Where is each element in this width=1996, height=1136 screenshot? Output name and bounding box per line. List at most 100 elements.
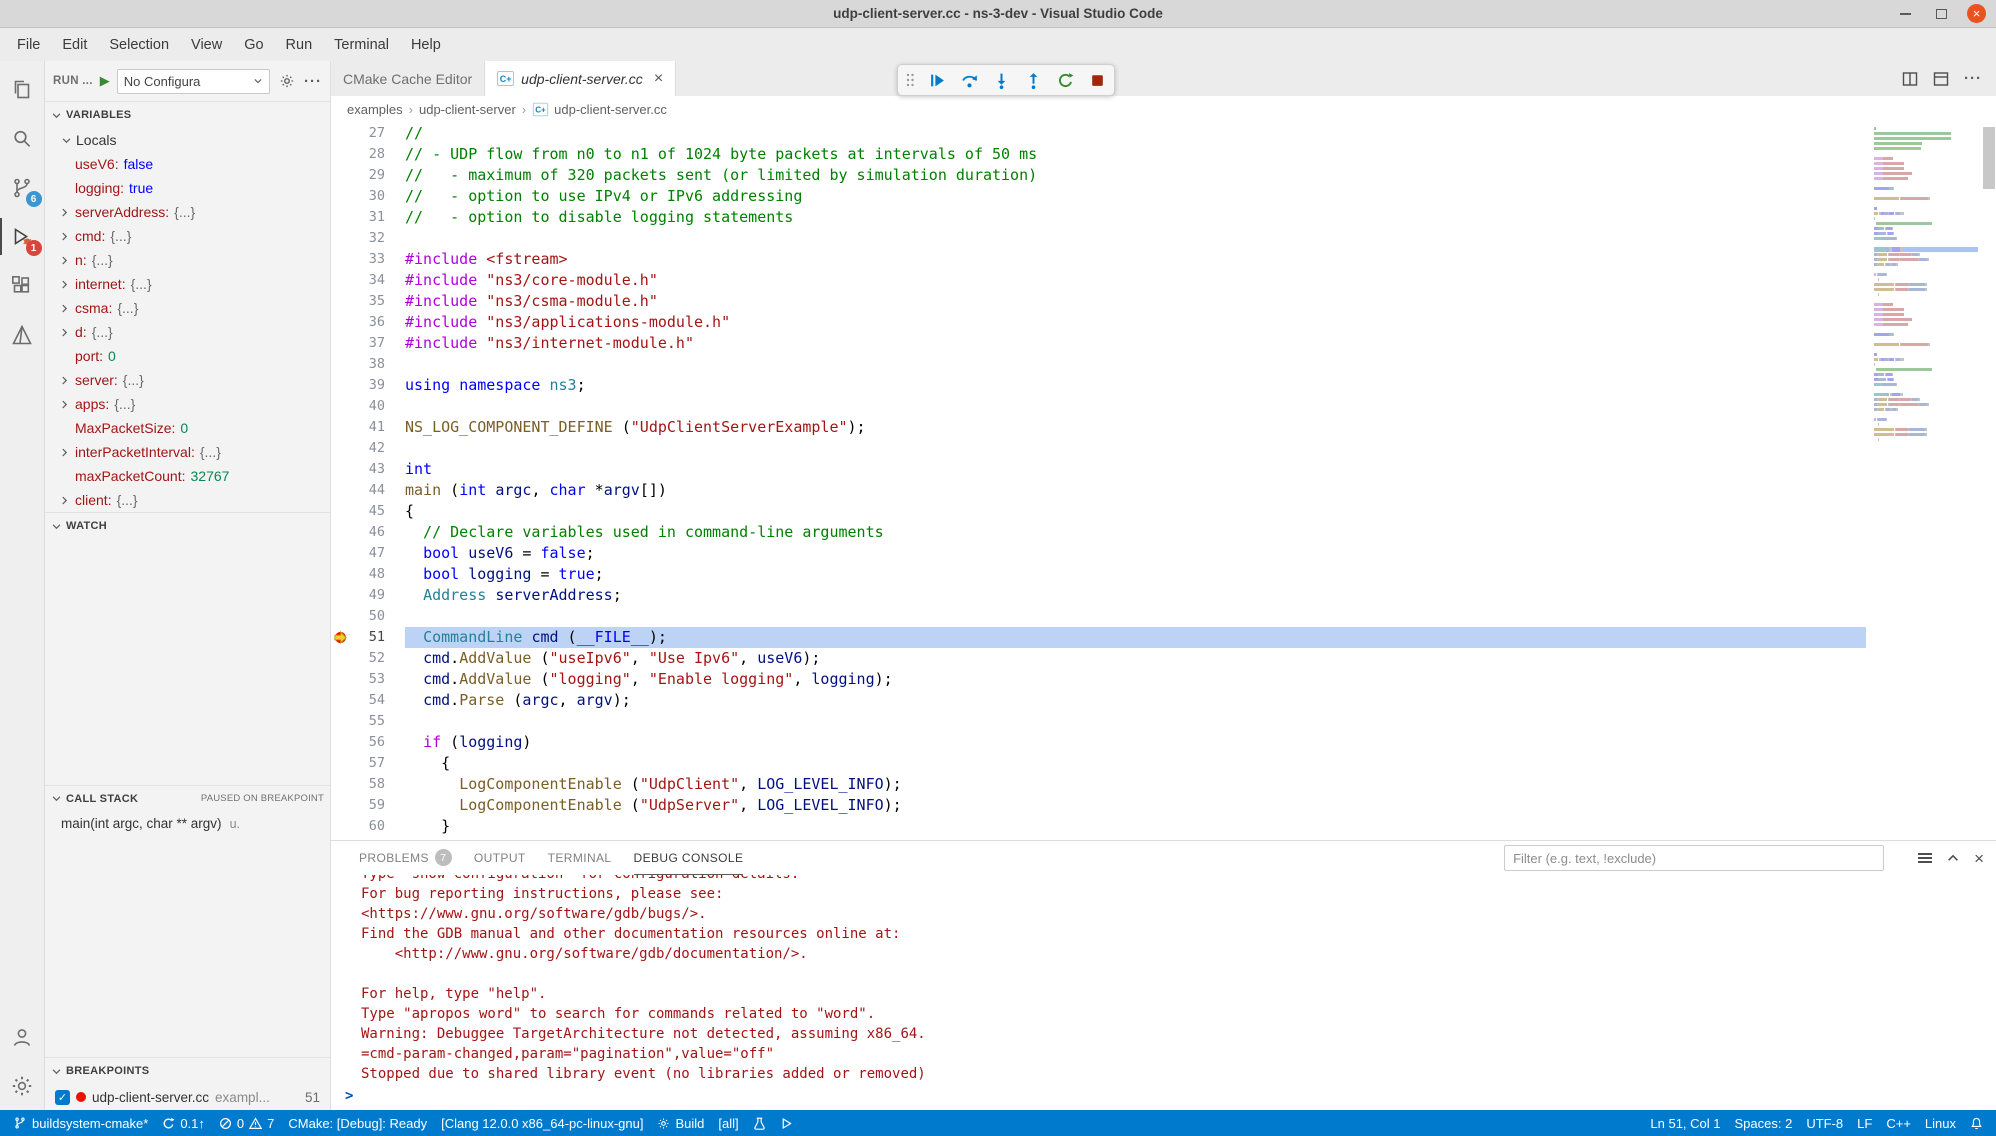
- variable-row-logging[interactable]: logging:true: [45, 176, 330, 200]
- status-ctest[interactable]: [746, 1110, 773, 1136]
- breadcrumb-item[interactable]: C+udp-client-server.cc: [532, 102, 667, 117]
- scrollbar-thumb[interactable]: [1983, 127, 1995, 189]
- status-build[interactable]: Build: [650, 1110, 711, 1136]
- variable-row-internet[interactable]: internet:{...}: [45, 272, 330, 296]
- restart-button[interactable]: [1054, 69, 1076, 91]
- status-launch[interactable]: [773, 1110, 800, 1136]
- code-line-58[interactable]: 58 LogComponentEnable ("UdpClient", LOG_…: [331, 774, 1866, 795]
- status-build-target[interactable]: [all]: [711, 1110, 745, 1136]
- breadcrumb-item[interactable]: examples: [347, 102, 403, 117]
- variable-row-n[interactable]: n:{...}: [45, 248, 330, 272]
- status-eol[interactable]: LF: [1850, 1110, 1879, 1136]
- code-line-55[interactable]: 55: [331, 711, 1866, 732]
- expand-icon[interactable]: [59, 255, 75, 266]
- code-line-28[interactable]: 28// - UDP flow from n0 to n1 of 1024 by…: [331, 144, 1866, 165]
- minimap[interactable]: [1866, 123, 1982, 840]
- code-line-30[interactable]: 30// - option to use IPv4 or IPv6 addres…: [331, 186, 1866, 207]
- close-panel-button[interactable]: ×: [1974, 850, 1984, 867]
- activity-source-control[interactable]: 6: [0, 163, 45, 212]
- filter-results-button[interactable]: [1918, 853, 1932, 863]
- variable-row-interPacketInterval[interactable]: interPacketInterval:{...}: [45, 440, 330, 464]
- continue-button[interactable]: [926, 69, 948, 91]
- status-language[interactable]: C++: [1879, 1110, 1918, 1136]
- code-line-52[interactable]: 52 cmd.AddValue ("useIpv6", "Use Ipv6", …: [331, 648, 1866, 669]
- status-cmake-status[interactable]: CMake: [Debug]: Ready: [281, 1110, 434, 1136]
- code-line-47[interactable]: 47 bool useV6 = false;: [331, 543, 1866, 564]
- step-over-button[interactable]: [958, 69, 980, 91]
- expand-icon[interactable]: [59, 303, 75, 314]
- code-line-61[interactable]: 61: [331, 837, 1866, 840]
- panel-tab-problems[interactable]: PROBLEMS7: [359, 841, 452, 875]
- code-line-45[interactable]: 45{: [331, 501, 1866, 522]
- activity-extensions[interactable]: [0, 261, 45, 310]
- menu-edit[interactable]: Edit: [51, 33, 98, 57]
- variable-row-d[interactable]: d:{...}: [45, 320, 330, 344]
- variable-row-apps[interactable]: apps:{...}: [45, 392, 330, 416]
- maximize-button[interactable]: [1931, 4, 1951, 24]
- code-line-56[interactable]: 56 if (logging): [331, 732, 1866, 753]
- status-indentation[interactable]: Spaces: 2: [1728, 1110, 1800, 1136]
- code-line-53[interactable]: 53 cmd.AddValue ("logging", "Enable logg…: [331, 669, 1866, 690]
- code-line-49[interactable]: 49 Address serverAddress;: [331, 585, 1866, 606]
- watch-section-header[interactable]: WATCH: [45, 513, 330, 539]
- toggle-layout-button[interactable]: [1933, 71, 1949, 87]
- code-line-32[interactable]: 32: [331, 228, 1866, 249]
- code-line-44[interactable]: 44main (int argc, char *argv[]): [331, 480, 1866, 501]
- menu-terminal[interactable]: Terminal: [323, 33, 400, 57]
- more-actions-icon[interactable]: ···: [304, 73, 322, 90]
- code-line-40[interactable]: 40: [331, 396, 1866, 417]
- code-line-57[interactable]: 57 {: [331, 753, 1866, 774]
- activity-explorer[interactable]: [0, 65, 45, 114]
- variables-section-header[interactable]: VARIABLES: [45, 102, 330, 128]
- code-line-51[interactable]: 51 CommandLine cmd (__FILE__);: [331, 627, 1866, 648]
- variable-row-port[interactable]: port:0: [45, 344, 330, 368]
- status-notifications[interactable]: [1963, 1110, 1990, 1136]
- code-line-60[interactable]: 60 }: [331, 816, 1866, 837]
- scope-locals[interactable]: Locals: [45, 128, 330, 152]
- code-line-46[interactable]: 46 // Declare variables used in command-…: [331, 522, 1866, 543]
- code-line-43[interactable]: 43int: [331, 459, 1866, 480]
- code-line-48[interactable]: 48 bool logging = true;: [331, 564, 1866, 585]
- expand-icon[interactable]: [59, 327, 75, 338]
- status-sync[interactable]: 0.1↑: [155, 1110, 212, 1136]
- start-debugging-icon[interactable]: ▶: [100, 73, 110, 89]
- status-branch[interactable]: buildsystem-cmake*: [6, 1110, 155, 1136]
- debug-settings-gear-icon[interactable]: [277, 71, 297, 91]
- activity-account[interactable]: [0, 1012, 45, 1061]
- code-line-27[interactable]: 27//: [331, 123, 1866, 144]
- toolbar-drag-handle[interactable]: [904, 69, 916, 91]
- activity-cmake[interactable]: [0, 310, 45, 359]
- activity-search[interactable]: [0, 114, 45, 163]
- code-line-34[interactable]: 34#include "ns3/core-module.h": [331, 270, 1866, 291]
- menu-run[interactable]: Run: [275, 33, 324, 57]
- call-stack-section-header[interactable]: CALL STACK PAUSED ON BREAKPOINT: [45, 786, 330, 812]
- more-editor-actions-icon[interactable]: ···: [1964, 70, 1982, 87]
- split-editor-button[interactable]: [1902, 71, 1918, 87]
- console-filter-input[interactable]: [1504, 845, 1884, 871]
- code-line-59[interactable]: 59 LogComponentEnable ("UdpServer", LOG_…: [331, 795, 1866, 816]
- debug-config-dropdown[interactable]: No Configura: [117, 69, 270, 94]
- code-line-42[interactable]: 42: [331, 438, 1866, 459]
- code-line-37[interactable]: 37#include "ns3/internet-module.h": [331, 333, 1866, 354]
- menu-view[interactable]: View: [180, 33, 233, 57]
- panel-tab-output[interactable]: OUTPUT: [474, 841, 526, 875]
- expand-icon[interactable]: [59, 279, 75, 290]
- breakpoint-row[interactable]: ✓ udp-client-server.cc exampl... 51: [45, 1084, 330, 1110]
- code-line-50[interactable]: 50: [331, 606, 1866, 627]
- code-line-29[interactable]: 29// - maximum of 320 packets sent (or l…: [331, 165, 1866, 186]
- menu-go[interactable]: Go: [233, 33, 274, 57]
- variable-row-useV6[interactable]: useV6:false: [45, 152, 330, 176]
- code-line-31[interactable]: 31// - option to disable logging stateme…: [331, 207, 1866, 228]
- step-out-button[interactable]: [1022, 69, 1044, 91]
- debug-console[interactable]: Type "show configuration" for configurat…: [331, 875, 1996, 1110]
- variable-row-cmd[interactable]: cmd:{...}: [45, 224, 330, 248]
- console-prompt[interactable]: >: [345, 1086, 353, 1106]
- stack-frame-row[interactable]: main(int argc, char ** argv) u.: [45, 812, 330, 836]
- variable-row-client[interactable]: client:{...}: [45, 488, 330, 512]
- tab-cmake-cache-editor[interactable]: CMake Cache Editor: [331, 61, 485, 96]
- panel-tab-terminal[interactable]: TERMINAL: [548, 841, 612, 875]
- variable-row-server[interactable]: server:{...}: [45, 368, 330, 392]
- status-problems[interactable]: 07: [212, 1110, 281, 1136]
- close-tab-icon[interactable]: ×: [654, 70, 663, 88]
- code-line-54[interactable]: 54 cmd.Parse (argc, argv);: [331, 690, 1866, 711]
